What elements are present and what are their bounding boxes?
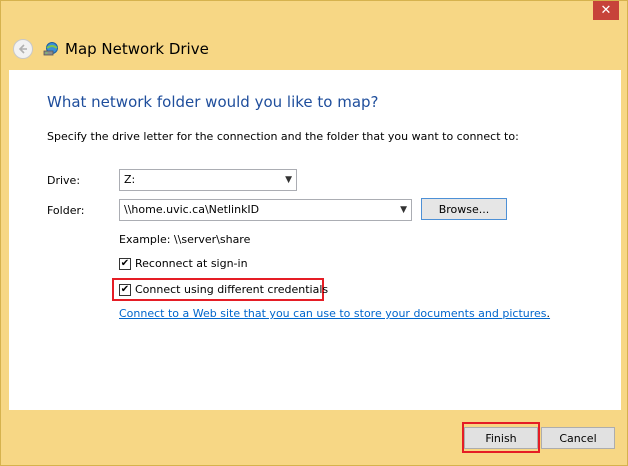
- folder-combobox[interactable]: \\home.uvic.ca\NetlinkID ▼: [119, 199, 412, 221]
- checkmark-icon: ✔: [120, 257, 130, 269]
- dialog-content: What network folder would you like to ma…: [9, 70, 621, 410]
- close-icon: ✕: [600, 3, 612, 18]
- chevron-down-icon: ▼: [285, 175, 292, 185]
- folder-value: \\home.uvic.ca\NetlinkID: [124, 203, 260, 216]
- drive-value: Z:: [124, 173, 136, 186]
- different-credentials-checkbox-row[interactable]: ✔ Connect using different credentials: [119, 283, 328, 296]
- window-title: Map Network Drive: [65, 40, 209, 58]
- reconnect-label: Reconnect at sign-in: [135, 257, 248, 270]
- web-site-link-text[interactable]: Connect to a Web site that you can use t…: [119, 307, 547, 320]
- close-button[interactable]: ✕: [593, 1, 619, 20]
- example-text: Example: \\server\share: [119, 233, 251, 246]
- folder-label: Folder:: [47, 204, 85, 217]
- different-credentials-checkbox[interactable]: ✔: [119, 283, 131, 296]
- drive-select[interactable]: Z: ▼: [119, 169, 297, 191]
- different-credentials-label: Connect using different credentials: [135, 283, 329, 296]
- browse-button[interactable]: Browse...: [421, 198, 507, 220]
- instruction-text: Specify the drive letter for the connect…: [47, 130, 519, 143]
- network-drive-icon: [43, 42, 58, 56]
- drive-label: Drive:: [47, 174, 81, 187]
- cancel-button[interactable]: Cancel: [541, 427, 615, 449]
- map-network-drive-window: ✕ Map Network Drive What network folder …: [0, 0, 628, 466]
- page-heading: What network folder would you like to ma…: [47, 93, 379, 111]
- web-site-link[interactable]: Connect to a Web site that you can use t…: [119, 307, 550, 320]
- chevron-down-icon[interactable]: ▼: [400, 200, 407, 220]
- finish-button[interactable]: Finish: [464, 427, 538, 449]
- reconnect-checkbox[interactable]: ✔: [119, 257, 131, 270]
- reconnect-checkbox-row[interactable]: ✔ Reconnect at sign-in: [119, 257, 248, 270]
- link-period: .: [546, 307, 551, 320]
- window-header: Map Network Drive: [13, 37, 209, 61]
- back-button[interactable]: [13, 39, 33, 59]
- checkmark-icon: ✔: [120, 283, 130, 295]
- back-arrow-icon: [18, 44, 27, 54]
